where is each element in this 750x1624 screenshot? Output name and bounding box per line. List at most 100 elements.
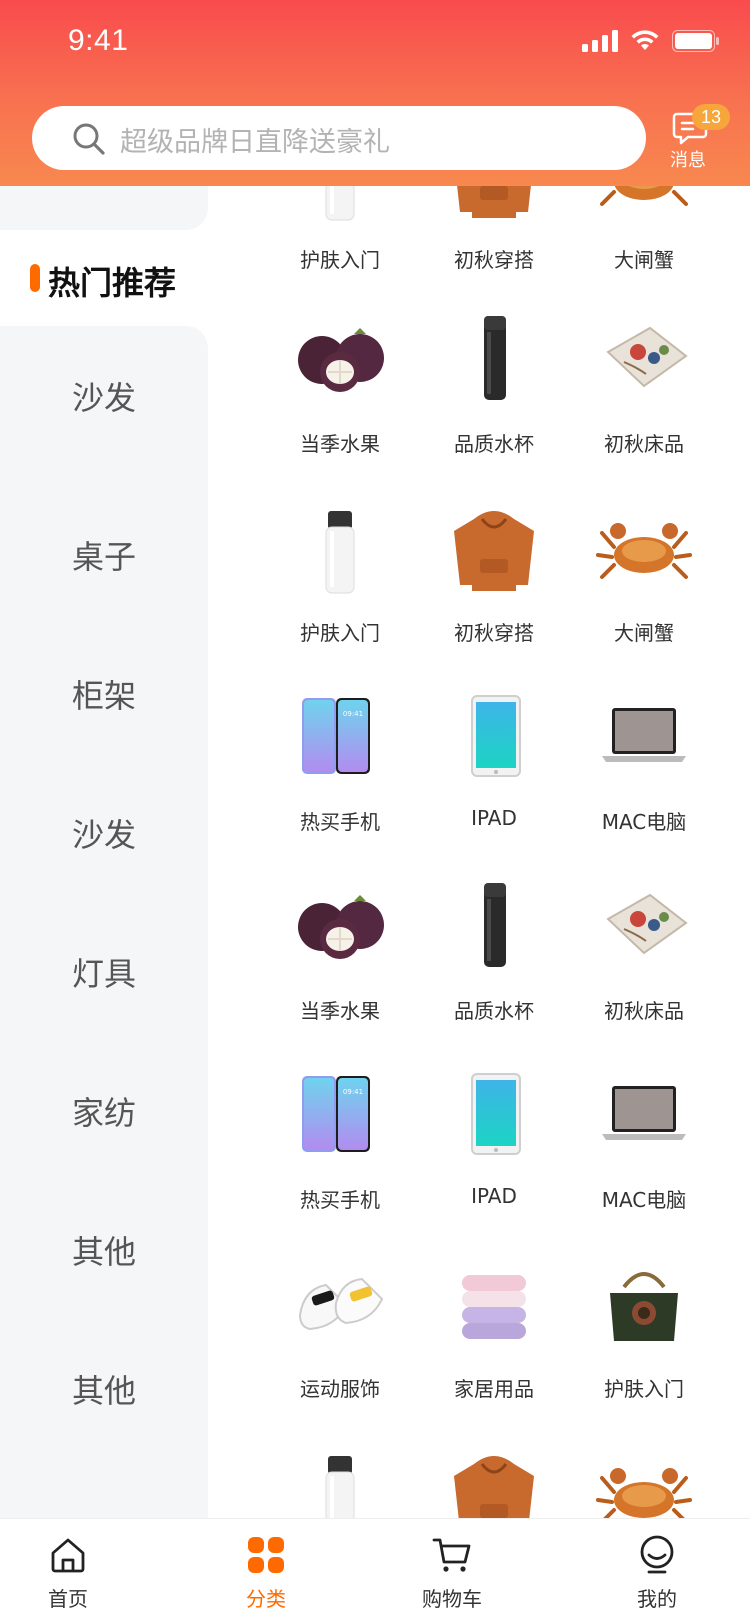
search-icon <box>73 123 105 155</box>
profile-icon <box>640 1535 674 1574</box>
wifi-icon <box>631 30 659 50</box>
product-cell[interactable]: 09:41 热买手机 <box>250 686 410 876</box>
tab-home[interactable]: 首页 <box>8 1519 128 1624</box>
product-cell[interactable]: 当季水果 <box>250 875 410 1065</box>
skincare-bottle-icon <box>325 1456 355 1518</box>
product-cell[interactable]: 家居用品 <box>404 1253 564 1443</box>
sidebar-item-sofa[interactable]: 沙发 <box>0 368 208 428</box>
tab-category-label: 分类 <box>246 1587 286 1611</box>
bottom-tab-bar: 首页 分类 购物车 我的 <box>0 1518 750 1624</box>
sidebar-list: 沙发 桌子 柜架 沙发 灯具 家纺 其他 其他 <box>0 326 208 1518</box>
svg-text:09:41: 09:41 <box>343 710 363 718</box>
product-cell[interactable]: 护肤入门 <box>250 186 410 314</box>
product-name: 大闸蟹 <box>614 621 674 645</box>
product-name: 大闸蟹 <box>614 248 674 272</box>
signal-icon <box>582 30 618 52</box>
sidebar-item-sofa-2[interactable]: 沙发 <box>0 805 208 865</box>
skincare-bottle-icon <box>325 511 355 594</box>
crab-icon <box>596 1468 692 1518</box>
tab-cart[interactable]: 购物车 <box>392 1519 512 1624</box>
header: 9:41 超级品牌日直降送豪礼 消息 13 <box>0 0 750 186</box>
sidebar-top-item[interactable] <box>0 186 208 230</box>
tab-profile[interactable]: 我的 <box>597 1519 717 1624</box>
product-grid: 护肤入门 初秋穿搭 大闸蟹 当季水果 品质水杯 初秋床品 护肤入门 初秋穿搭 大闸蟹 09:41 热… <box>210 186 750 1518</box>
mangosteen-icon <box>298 895 384 959</box>
towels-icon <box>462 1275 526 1339</box>
category-sidebar: 热门推荐 沙发 桌子 柜架 沙发 灯具 家纺 其他 其他 <box>0 186 208 1518</box>
product-cell[interactable]: 当季水果 <box>250 308 410 498</box>
crab-icon <box>600 186 688 206</box>
phone-icon: 09:41 <box>302 698 370 774</box>
laptop-icon <box>602 1086 686 1140</box>
message-count-badge: 13 <box>692 104 730 130</box>
category-icon <box>248 1537 284 1573</box>
messages-label: 消息 <box>670 150 706 171</box>
product-name: MAC电脑 <box>601 810 687 834</box>
tablet-icon <box>471 1073 521 1155</box>
status-time: 9:41 <box>68 24 129 57</box>
category-page: 9:41 超级品牌日直降送豪礼 消息 13 热门推荐 沙发 桌子 柜架 沙发 灯… <box>0 0 750 1624</box>
product-name: 护肤入门 <box>300 621 380 645</box>
product-name: 热买手机 <box>300 810 380 834</box>
product-cell[interactable]: 运动服饰 <box>250 1253 410 1443</box>
cart-icon <box>432 1538 471 1572</box>
product-cell[interactable]: 09:41 热买手机 <box>250 1064 410 1254</box>
svg-text:09:41: 09:41 <box>343 1088 363 1096</box>
thermos-icon <box>484 316 506 400</box>
crab-icon <box>596 523 692 579</box>
product-cell[interactable]: 品质水杯 <box>404 308 564 498</box>
product-cell[interactable]: 护肤入门 <box>250 497 410 687</box>
sidebar-item-textiles[interactable]: 家纺 <box>0 1083 208 1143</box>
product-cell[interactable]: 品质水杯 <box>404 875 564 1065</box>
product-cell[interactable]: 初秋穿搭 <box>404 497 564 687</box>
hoodie-icon <box>454 1456 534 1518</box>
phone-icon: 09:41 <box>302 1076 370 1152</box>
status-icons <box>582 30 720 52</box>
active-indicator <box>30 264 40 292</box>
pillow-icon <box>606 326 688 388</box>
tab-home-label: 首页 <box>48 1587 88 1611</box>
sneakers-icon <box>298 1277 384 1331</box>
product-name: 护肤入门 <box>604 1377 684 1401</box>
product-cell[interactable] <box>250 1442 410 1518</box>
handbag-icon <box>610 1272 678 1341</box>
battery-icon <box>672 30 719 52</box>
pillow-icon <box>606 893 688 955</box>
product-cell[interactable]: 护肤入门 <box>554 1253 714 1443</box>
product-name: 运动服饰 <box>300 1377 380 1401</box>
product-name: MAC电脑 <box>601 1188 687 1212</box>
product-name: 初秋床品 <box>604 432 684 456</box>
sidebar-item-other-2[interactable]: 其他 <box>0 1361 208 1421</box>
product-cell[interactable]: IPAD <box>404 686 564 876</box>
search-bar[interactable]: 超级品牌日直降送豪礼 <box>32 106 646 170</box>
sidebar-item-table[interactable]: 桌子 <box>0 527 208 587</box>
product-cell[interactable]: 初秋床品 <box>554 308 714 498</box>
product-cell[interactable] <box>554 1442 714 1518</box>
product-cell[interactable]: 大闸蟹 <box>554 497 714 687</box>
home-icon <box>51 1538 85 1573</box>
sidebar-item-other[interactable]: 其他 <box>0 1222 208 1282</box>
product-name: 初秋床品 <box>604 999 684 1023</box>
laptop-icon <box>602 708 686 762</box>
skincare-bottle-icon <box>325 186 355 221</box>
search-placeholder: 超级品牌日直降送豪礼 <box>120 127 390 158</box>
product-cell[interactable]: 初秋床品 <box>554 875 714 1065</box>
product-cell[interactable]: 初秋穿搭 <box>404 186 564 314</box>
tab-profile-label: 我的 <box>637 1587 677 1611</box>
sidebar-item-label: 热门推荐 <box>48 264 177 302</box>
sidebar-item-hot-recommend[interactable]: 热门推荐 <box>0 230 208 326</box>
product-name: 当季水果 <box>300 999 380 1023</box>
tab-category[interactable]: 分类 <box>206 1519 326 1624</box>
product-cell[interactable]: MAC电脑 <box>554 686 714 876</box>
mangosteen-icon <box>298 328 384 392</box>
product-name: 当季水果 <box>300 432 380 456</box>
product-cell[interactable]: MAC电脑 <box>554 1064 714 1254</box>
thermos-icon <box>484 883 506 967</box>
product-cell[interactable] <box>404 1442 564 1518</box>
sidebar-item-shelf[interactable]: 柜架 <box>0 666 208 726</box>
tab-cart-label: 购物车 <box>422 1587 482 1611</box>
product-cell[interactable]: 大闸蟹 <box>554 186 714 314</box>
product-cell[interactable]: IPAD <box>404 1064 564 1254</box>
hoodie-icon <box>457 186 531 218</box>
sidebar-item-lighting[interactable]: 灯具 <box>0 944 208 1004</box>
